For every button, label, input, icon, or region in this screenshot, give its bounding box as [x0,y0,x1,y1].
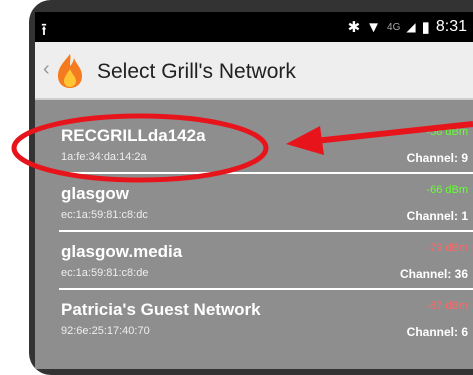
screen: ⭱ ✱ ▼ 4G ◢ ▮ 8:31 ‹ Select Grill's Netwo… [35,6,473,369]
network-row[interactable]: glasgow.media ec:1a:59:81:c8:de -79 dBm … [59,234,473,290]
network-bssid: 92:6e:25:17:40:70 [61,325,150,337]
network-signal: -58 dBm [426,126,468,138]
network-row[interactable]: RECGRILLda142a 1a:fe:34:da:14:2a -58 dBm… [59,118,473,174]
status-icons: ✱ ▼ 4G ◢ ▮ 8:31 [348,18,467,36]
network-bssid: 1a:fe:34:da:14:2a [61,151,147,163]
wifi-icon: ▼ [366,18,382,36]
battery-icon: ▮ [421,19,430,36]
network-ssid: Patricia's Guest Network [61,300,261,319]
network-bssid: ec:1a:59:81:c8:dc [61,209,148,221]
status-bar: ⭱ ✱ ▼ 4G ◢ ▮ 8:31 [35,12,473,42]
phone-frame: ⭱ ✱ ▼ 4G ◢ ▮ 8:31 ‹ Select Grill's Netwo… [29,0,473,375]
network-ssid: RECGRILLda142a [61,126,206,145]
flame-icon[interactable] [55,53,85,89]
network-bssid: ec:1a:59:81:c8:de [61,267,149,279]
network-channel: Channel: 1 [406,209,468,223]
network-row[interactable]: glasgow ec:1a:59:81:c8:dc -66 dBm Channe… [59,176,473,232]
status-time: 8:31 [435,18,467,35]
network-ssid: glasgow.media [61,242,183,261]
chevron-left-icon[interactable]: ‹ [43,58,50,81]
network-list: RECGRILLda142a 1a:fe:34:da:14:2a -58 dBm… [35,100,473,369]
action-bar: ‹ Select Grill's Network [35,42,473,100]
network-row[interactable]: Patricia's Guest Network 92:6e:25:17:40:… [59,292,473,348]
network-channel: Channel: 36 [399,267,468,281]
cell-signal-icon: ◢ [406,20,416,34]
network-signal: -87 dBm [426,300,468,312]
bluetooth-icon: ✱ [347,19,361,36]
page-title: Select Grill's Network [97,60,296,83]
network-channel: Channel: 6 [406,325,468,339]
network-type-label: 4G [387,21,401,33]
network-channel: Channel: 9 [406,151,468,165]
network-signal: -66 dBm [426,184,468,196]
network-signal: -79 dBm [426,242,468,254]
network-ssid: glasgow [61,184,130,203]
